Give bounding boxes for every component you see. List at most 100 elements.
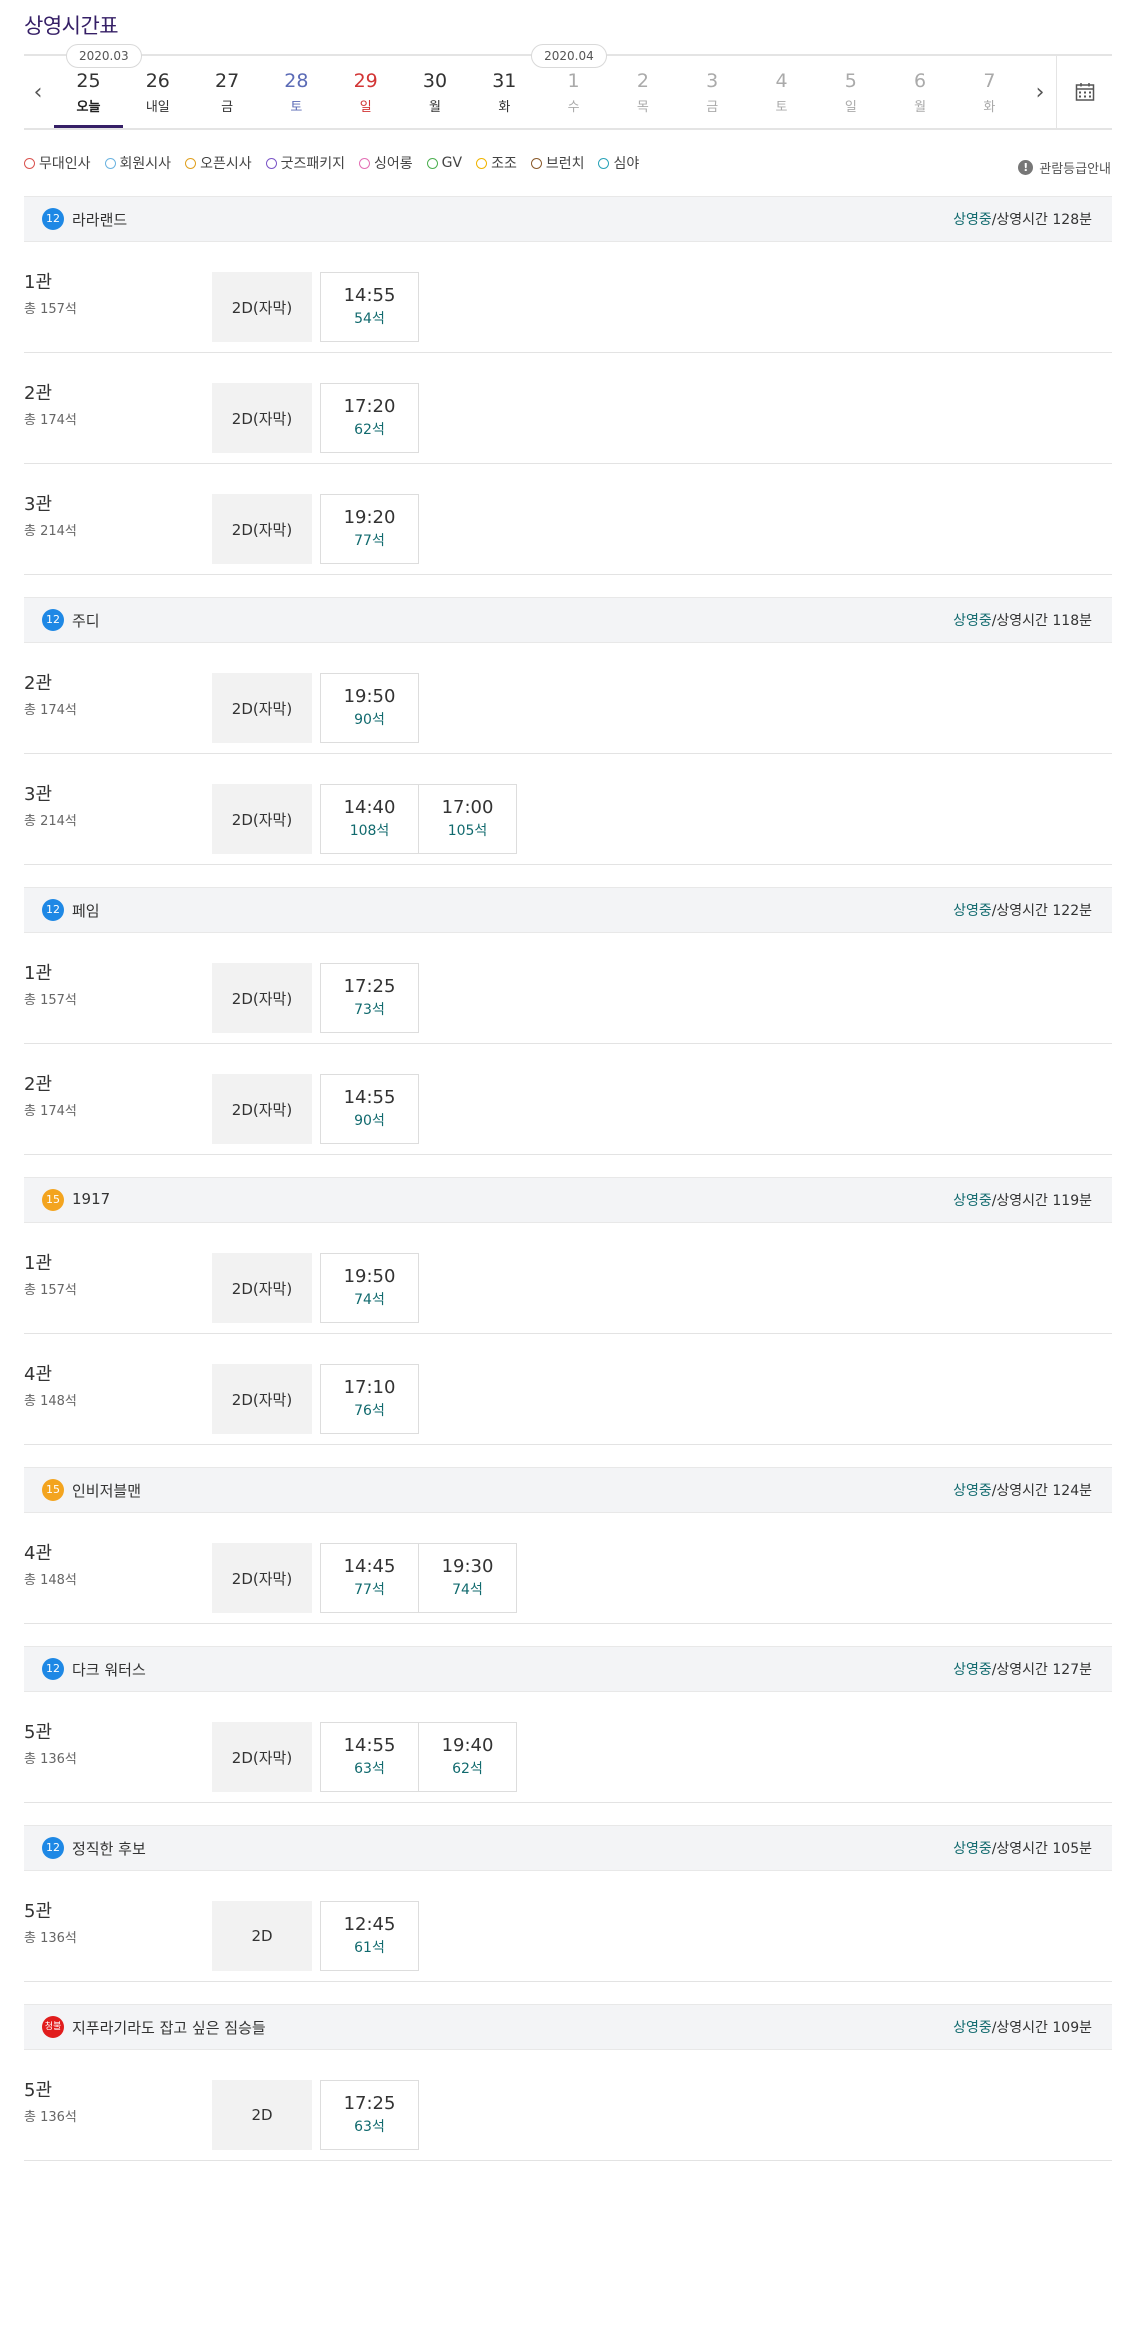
movie-title[interactable]: 다크 워터스 — [72, 1659, 146, 1680]
screen-format: 2D — [212, 1901, 312, 1971]
available-seats: 90석 — [354, 712, 385, 728]
hall-row: 2관 총 174석 2D(자막) 19:50 90석 — [24, 643, 1112, 754]
next-date-button[interactable]: › — [1026, 56, 1054, 128]
date-item[interactable]: 30 월 — [401, 56, 470, 128]
showtime-time: 14:45 — [343, 1556, 396, 1577]
movie-title[interactable]: 1917 — [72, 1190, 110, 1208]
date-item[interactable]: 7화 — [955, 56, 1024, 128]
rating-guide-link[interactable]: ! 관람등급안내 — [1018, 158, 1111, 177]
date-number: 7 — [983, 70, 996, 92]
movie-status: 상영중/상영시간 105분 — [953, 1838, 1092, 1858]
hall-total-seats: 총 174석 — [24, 1104, 77, 1119]
movie-header: 12 라라랜드 상영중/상영시간 128분 — [24, 196, 1112, 242]
date-number: 28 — [284, 70, 309, 92]
legend-item: 조조 — [476, 153, 517, 173]
calendar-button[interactable] — [1056, 56, 1113, 128]
legend-dot-icon — [598, 157, 610, 169]
runtime: /상영시간 122분 — [991, 903, 1092, 919]
showtime-time: 14:40 — [343, 797, 396, 818]
movie-title[interactable]: 정직한 후보 — [72, 1838, 146, 1859]
showtime-list: 19:50 90석 — [320, 673, 419, 743]
showtime-time: 17:25 — [343, 976, 396, 997]
movie-title[interactable]: 라라랜드 — [72, 209, 127, 230]
showtime-button[interactable]: 19:20 77석 — [320, 494, 419, 564]
available-seats: 62석 — [452, 1761, 483, 1777]
showtime-button[interactable]: 14:40 108석 — [320, 784, 419, 854]
date-item[interactable]: 28 토 — [262, 56, 331, 128]
available-seats: 108석 — [349, 823, 390, 839]
hall-total-seats: 총 148석 — [24, 1394, 77, 1409]
date-weekday: 목 — [636, 100, 649, 115]
date-weekday: 금 — [706, 100, 719, 115]
screen-format: 2D(자막) — [212, 383, 312, 453]
legend-item: 굿즈패키지 — [265, 153, 345, 173]
date-item[interactable]: 2목 — [608, 56, 677, 128]
hall-name: 1관 — [24, 963, 53, 984]
date-item[interactable]: 29 일 — [331, 56, 400, 128]
legend-label: 브런치 — [545, 156, 585, 172]
showtime-button[interactable]: 17:20 62석 — [320, 383, 419, 453]
legend-item: 회원시사 — [104, 153, 171, 173]
showtime-time: 19:20 — [343, 507, 396, 528]
date-weekday: 수 — [567, 100, 580, 115]
movie-title[interactable]: 페임 — [72, 900, 100, 921]
hall-name: 3관 — [24, 494, 53, 515]
date-item[interactable]: 3금 — [678, 56, 747, 128]
date-weekday: 월 — [429, 100, 441, 115]
showtime-button[interactable]: 17:25 73석 — [320, 963, 419, 1033]
hall-total-seats: 총 148석 — [24, 1573, 77, 1588]
screening-status: 상영중 — [953, 903, 992, 919]
showtime-button[interactable]: 14:55 63석 — [320, 1722, 419, 1792]
date-number: 27 — [215, 70, 240, 92]
hall-total-seats: 총 136석 — [24, 1752, 77, 1767]
showtime-button[interactable]: 17:00 105석 — [419, 784, 517, 854]
prev-date-button[interactable]: ‹ — [24, 56, 52, 128]
date-item[interactable]: 4토 — [747, 56, 816, 128]
legend-dot-icon — [476, 157, 488, 169]
legend-dot-icon — [426, 157, 438, 169]
movie-title[interactable]: 지푸라기라도 잡고 싶은 짐승들 — [72, 2017, 266, 2038]
movie-title[interactable]: 인비저블맨 — [72, 1480, 141, 1501]
date-number: 31 — [492, 70, 517, 92]
showtime-time: 14:55 — [343, 285, 396, 306]
calendar-icon — [1075, 83, 1095, 101]
legend-item: 오픈시사 — [185, 153, 252, 173]
date-item[interactable]: 5일 — [816, 56, 885, 128]
date-item[interactable]: 27 금 — [193, 56, 262, 128]
runtime: /상영시간 119분 — [991, 1193, 1092, 1209]
hall-name: 4관 — [24, 1543, 53, 1564]
showtime-button[interactable]: 14:55 90석 — [320, 1074, 419, 1144]
showtime-time: 17:00 — [441, 797, 494, 818]
legend-label: 심야 — [613, 156, 640, 172]
movie-header: 청불 지푸라기라도 잡고 싶은 짐승들 상영중/상영시간 109분 — [24, 2004, 1112, 2050]
age-rating-badge: 12 — [42, 609, 64, 631]
showtime-button[interactable]: 19:30 74석 — [419, 1543, 517, 1613]
date-item[interactable]: 31 화 — [470, 56, 539, 128]
showtime-button[interactable]: 17:25 63석 — [320, 2080, 419, 2150]
showtime-button[interactable]: 19:50 74석 — [320, 1253, 419, 1323]
age-rating-badge: 12 — [42, 1837, 64, 1859]
hall-total-seats: 총 214석 — [24, 524, 77, 539]
movie-header: 12 주디 상영중/상영시간 118분 — [24, 597, 1112, 643]
age-rating-badge: 12 — [42, 1658, 64, 1680]
showtime-button[interactable]: 17:10 76석 — [320, 1364, 419, 1434]
legend-label: GV — [441, 155, 463, 171]
legend: 무대인사 회원시사 오픈시사 굿즈패키지 싱어롱 GV 조조 브런치 심야 — [24, 153, 639, 173]
date-item[interactable]: 6월 — [886, 56, 955, 128]
available-seats: 62석 — [354, 422, 385, 438]
hall-name: 1관 — [24, 1253, 53, 1274]
date-number: 2 — [636, 70, 649, 92]
showtime-time: 19:50 — [343, 686, 396, 707]
showtime-button[interactable]: 19:50 90석 — [320, 673, 419, 743]
showtime-button[interactable]: 14:55 54석 — [320, 272, 419, 342]
showtime-button[interactable]: 19:40 62석 — [419, 1722, 517, 1792]
showtime-time: 17:10 — [343, 1377, 396, 1398]
showtime-time: 14:55 — [343, 1735, 396, 1756]
showtime-time: 19:50 — [343, 1266, 396, 1287]
showtime-button[interactable]: 14:45 77석 — [320, 1543, 419, 1613]
movie-status: 상영중/상영시간 119분 — [953, 1190, 1092, 1210]
showtime-button[interactable]: 12:45 61석 — [320, 1901, 419, 1971]
hall-total-seats: 총 174석 — [24, 413, 77, 428]
age-rating-badge: 12 — [42, 899, 64, 921]
movie-title[interactable]: 주디 — [72, 610, 100, 631]
